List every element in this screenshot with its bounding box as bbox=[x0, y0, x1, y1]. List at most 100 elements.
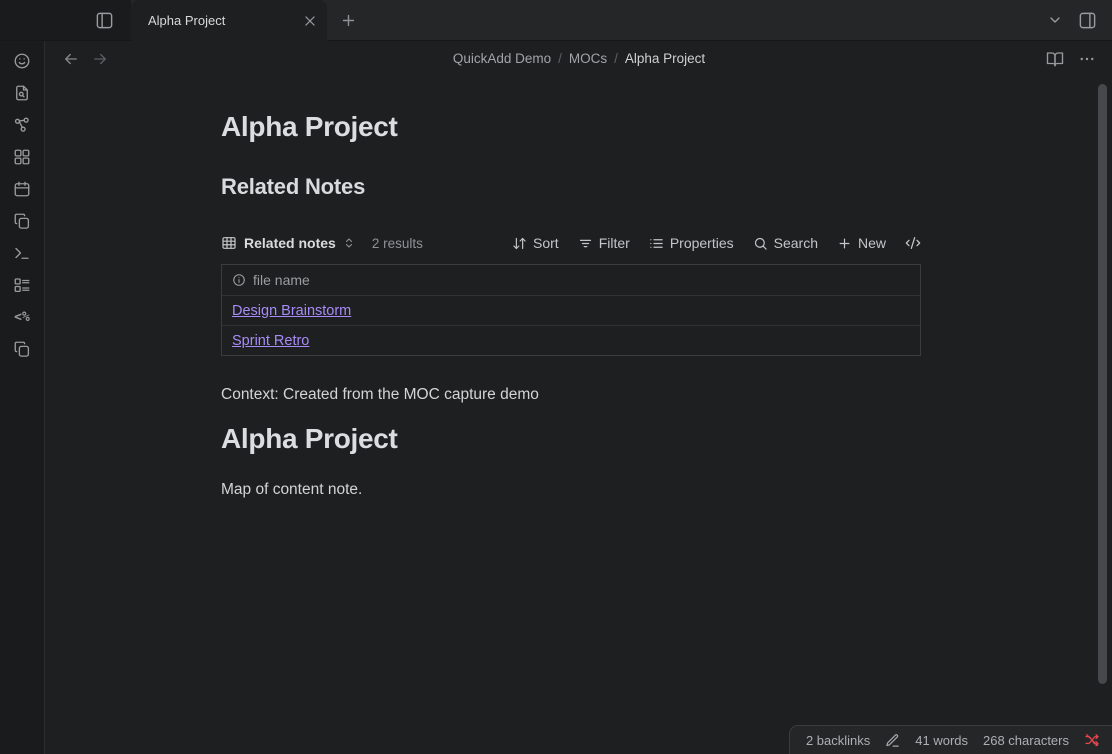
search-button[interactable]: Search bbox=[753, 235, 818, 251]
code-view-button[interactable] bbox=[905, 235, 921, 251]
calendar-icon bbox=[13, 180, 31, 198]
copy-files-icon bbox=[13, 340, 31, 358]
properties-button[interactable]: Properties bbox=[649, 235, 734, 251]
filter-lines-icon bbox=[578, 236, 593, 251]
word-count[interactable]: 41 words bbox=[915, 733, 968, 748]
table-icon bbox=[221, 235, 237, 251]
note-link-design-brainstorm[interactable]: Design Brainstorm bbox=[232, 303, 351, 319]
new-tab-button[interactable] bbox=[340, 12, 357, 29]
ribbon-smile-button[interactable] bbox=[8, 47, 36, 75]
templater-icon: <% bbox=[14, 310, 30, 325]
note-title: Alpha Project bbox=[221, 109, 1112, 145]
close-icon bbox=[303, 14, 317, 28]
filter-label: Filter bbox=[599, 235, 630, 251]
search-icon bbox=[753, 236, 768, 251]
sort-button[interactable]: Sort bbox=[512, 235, 559, 251]
view-header: QuickAdd Demo / MOCs / Alpha Project bbox=[46, 41, 1112, 76]
ribbon-layout-list-button[interactable] bbox=[8, 271, 36, 299]
ribbon-copy-files-button-2[interactable] bbox=[8, 335, 36, 363]
section-heading: Related Notes bbox=[221, 173, 1112, 201]
reading-mode-button[interactable] bbox=[1046, 50, 1064, 68]
breadcrumb-segment[interactable]: QuickAdd Demo bbox=[453, 51, 551, 66]
tab-close-button[interactable] bbox=[303, 14, 317, 28]
backlinks-count[interactable]: 2 backlinks bbox=[806, 733, 870, 748]
graph-icon bbox=[13, 116, 31, 134]
ribbon-templater-button[interactable]: <% bbox=[8, 303, 36, 331]
table-header-file-name[interactable]: file name bbox=[222, 265, 920, 295]
inline-heading: Alpha Project bbox=[221, 421, 1112, 457]
more-options-button[interactable] bbox=[1078, 50, 1096, 68]
arrow-up-down-icon bbox=[512, 236, 527, 251]
tab-title: Alpha Project bbox=[148, 13, 303, 28]
panel-left-icon bbox=[95, 11, 114, 30]
base-toolbar: Related notes 2 results Sort bbox=[221, 229, 921, 257]
tab-list-dropdown-button[interactable] bbox=[1047, 12, 1063, 28]
scrollbar-thumb[interactable] bbox=[1098, 84, 1107, 684]
code-icon bbox=[905, 235, 921, 251]
ellipsis-icon bbox=[1078, 50, 1096, 68]
context-paragraph: Context: Created from the MOC capture de… bbox=[221, 384, 1112, 405]
list-icon bbox=[649, 236, 664, 251]
new-entry-button[interactable]: New bbox=[837, 235, 886, 251]
book-open-icon bbox=[1046, 50, 1064, 68]
base-view-selector[interactable]: Related notes bbox=[221, 235, 355, 251]
file-search-icon bbox=[13, 84, 31, 102]
column-header-label: file name bbox=[253, 272, 310, 288]
left-sidebar-header bbox=[0, 0, 131, 40]
plus-icon bbox=[340, 12, 357, 29]
filter-button[interactable]: Filter bbox=[578, 235, 630, 251]
body-paragraph: Map of content note. bbox=[221, 479, 1112, 500]
forward-button[interactable] bbox=[91, 50, 109, 68]
layout-list-icon bbox=[13, 276, 31, 294]
arrow-right-icon bbox=[91, 50, 109, 68]
ribbon: <% bbox=[0, 41, 45, 754]
breadcrumb-segment-current[interactable]: Alpha Project bbox=[625, 51, 705, 66]
ribbon-calendar-button[interactable] bbox=[8, 175, 36, 203]
panel-right-icon bbox=[1078, 11, 1097, 30]
ribbon-graph-button[interactable] bbox=[8, 111, 36, 139]
shuffle-off-icon bbox=[1084, 732, 1100, 748]
chevrons-up-down-icon bbox=[343, 237, 355, 249]
ribbon-file-search-button[interactable] bbox=[8, 79, 36, 107]
back-button[interactable] bbox=[62, 50, 80, 68]
breadcrumb-separator: / bbox=[614, 51, 618, 66]
breadcrumb-separator: / bbox=[558, 51, 562, 66]
smile-icon bbox=[13, 52, 31, 70]
toggle-left-sidebar-button[interactable] bbox=[95, 11, 114, 30]
info-icon bbox=[232, 273, 246, 287]
base-view-name: Related notes bbox=[244, 235, 336, 251]
search-label: Search bbox=[774, 235, 818, 251]
status-bar: 2 backlinks 41 words 268 characters bbox=[789, 725, 1112, 754]
obsidian-window: Alpha Project bbox=[0, 0, 1112, 754]
ribbon-terminal-button[interactable] bbox=[8, 239, 36, 267]
new-label: New bbox=[858, 235, 886, 251]
pencil-icon bbox=[885, 733, 900, 748]
history-nav bbox=[62, 50, 109, 68]
main-pane: QuickAdd Demo / MOCs / Alpha Project bbox=[46, 41, 1112, 754]
properties-label: Properties bbox=[670, 235, 734, 251]
base-toolbar-actions: Sort Filter Properties bbox=[512, 235, 921, 251]
sort-label: Sort bbox=[533, 235, 559, 251]
chevron-down-icon bbox=[1047, 12, 1063, 28]
table-row: Design Brainstorm bbox=[222, 295, 920, 325]
layout-grid-icon bbox=[13, 148, 31, 166]
view-header-actions bbox=[1046, 50, 1096, 68]
note-link-sprint-retro[interactable]: Sprint Retro bbox=[232, 333, 309, 349]
tab-bar-right-controls bbox=[1047, 0, 1112, 40]
editor[interactable]: Alpha Project Related Notes Related note… bbox=[46, 76, 1112, 754]
arrow-left-icon bbox=[62, 50, 80, 68]
copy-files-icon bbox=[13, 212, 31, 230]
tab-alpha-project[interactable]: Alpha Project bbox=[131, 0, 327, 41]
plus-icon bbox=[837, 236, 852, 251]
sync-error-indicator[interactable] bbox=[1084, 732, 1100, 748]
ribbon-copy-files-button[interactable] bbox=[8, 207, 36, 235]
character-count[interactable]: 268 characters bbox=[983, 733, 1069, 748]
breadcrumb-segment[interactable]: MOCs bbox=[569, 51, 607, 66]
toggle-right-sidebar-button[interactable] bbox=[1078, 11, 1097, 30]
base-table: file name Design Brainstorm Sprint Retro bbox=[221, 264, 921, 356]
breadcrumb: QuickAdd Demo / MOCs / Alpha Project bbox=[453, 51, 705, 66]
edit-mode-indicator[interactable] bbox=[885, 733, 900, 748]
table-row: Sprint Retro bbox=[222, 325, 920, 355]
tab-bar: Alpha Project bbox=[0, 0, 1112, 41]
ribbon-layout-grid-button[interactable] bbox=[8, 143, 36, 171]
